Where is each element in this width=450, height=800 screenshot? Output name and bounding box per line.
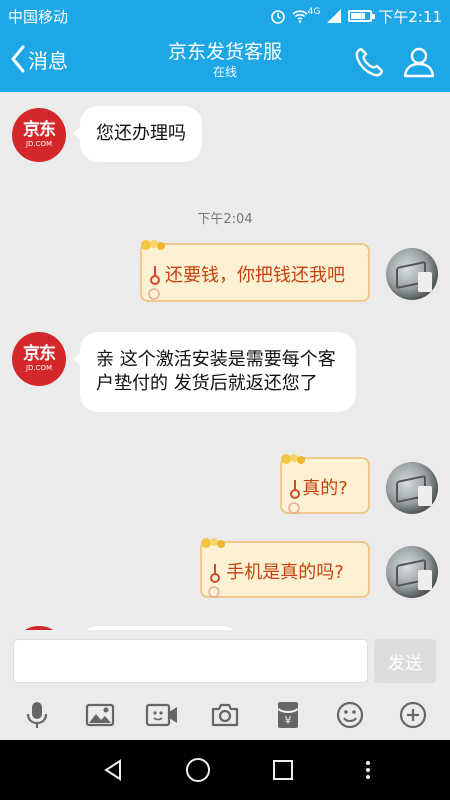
plus-icon [399,701,426,729]
back-label: 消息 [28,48,68,73]
emoji-button[interactable] [330,695,370,735]
message-bubble-agent[interactable]: 您还办理吗 [73,106,202,162]
nav-back-button[interactable] [91,748,135,792]
svg-text:¥: ¥ [284,714,291,727]
user-avatar[interactable] [386,546,438,598]
chat-messages[interactable]: 京东 JD.COM 您还办理吗 下午2:04 还要钱，你把钱还我吧 京东 JD.… [0,92,450,630]
jd-logo-sub: JD.COM [25,364,53,372]
send-button[interactable]: 发送 [374,639,436,683]
video-icon [146,703,178,727]
voice-button[interactable] [17,695,57,735]
jd-logo-text: 京东 [23,344,56,364]
menu-dots-icon [365,761,370,779]
message-bubble-user[interactable]: 手机是真的吗? [200,538,370,598]
agent-avatar[interactable]: 京东 JD.COM [12,108,66,162]
message-text: 您还办理吗 [96,123,186,144]
user-avatar[interactable] [386,248,438,300]
back-button[interactable]: 消息 [10,44,68,74]
wifi-icon [292,10,308,23]
triangle-back-icon [103,759,121,781]
system-nav-bar [0,740,450,800]
message-text: 真的? [302,478,348,499]
red-packet-button[interactable]: ¥ [268,695,308,735]
mic-icon [27,702,48,728]
red-packet-icon: ¥ [276,702,299,728]
camera-button[interactable] [205,695,245,735]
message-text: 手机是真的吗? [226,562,344,583]
chevron-left-icon [11,45,25,73]
video-button[interactable] [142,695,182,735]
message-bubble-user[interactable]: 真的? [280,454,370,514]
network-type: 4G [307,7,321,17]
flower-decoration-icon [201,538,225,548]
flower-decoration-icon [281,454,305,464]
chat-header: 消息 京东发货客服 在线 [0,32,450,92]
profile-icon[interactable] [402,45,436,79]
message-bubble-agent[interactable]: 亲 这个激活安装是需要每个客户垫付的 发货后就返还您了 [73,332,356,412]
message-input[interactable] [13,639,368,683]
flower-decoration-icon [141,240,165,250]
battery-icon [348,10,376,22]
composer-toolbar: ¥ [0,690,450,740]
composer-bar: 发送 [0,630,450,690]
agent-avatar[interactable]: 京东 JD.COM [12,332,66,386]
carrier-name: 中国移动 [8,7,69,26]
status-bar: 中国移动 4G 下午2:11 [0,0,450,32]
message-bubble-user[interactable]: 还要钱，你把钱还我吧 [140,240,370,302]
message-text: 亲 这个激活安装是需要每个客户垫付的 发货后就返还您了 [96,349,336,394]
status-time: 下午2:11 [378,7,442,26]
message-timestamp: 下午2:04 [197,212,253,227]
nav-menu-button[interactable] [346,748,390,792]
nav-recents-button[interactable] [261,748,305,792]
emoji-icon [336,701,364,729]
image-icon [85,703,114,727]
jd-logo-text: 京东 [23,120,56,140]
phone-icon[interactable] [352,45,386,79]
alarm-icon [270,10,285,24]
camera-icon [211,703,239,727]
knot-decoration-icon [208,564,220,598]
jd-logo-sub: JD.COM [25,140,53,148]
signal-icon [327,9,342,23]
image-button[interactable] [80,695,120,735]
circle-home-icon [185,758,210,782]
nav-home-button[interactable] [176,748,220,792]
square-recents-icon [272,760,293,780]
knot-decoration-icon [148,266,160,300]
message-text: 还要钱，你把钱还我吧 [165,265,345,286]
more-button[interactable] [393,695,433,735]
user-avatar[interactable] [386,462,438,514]
